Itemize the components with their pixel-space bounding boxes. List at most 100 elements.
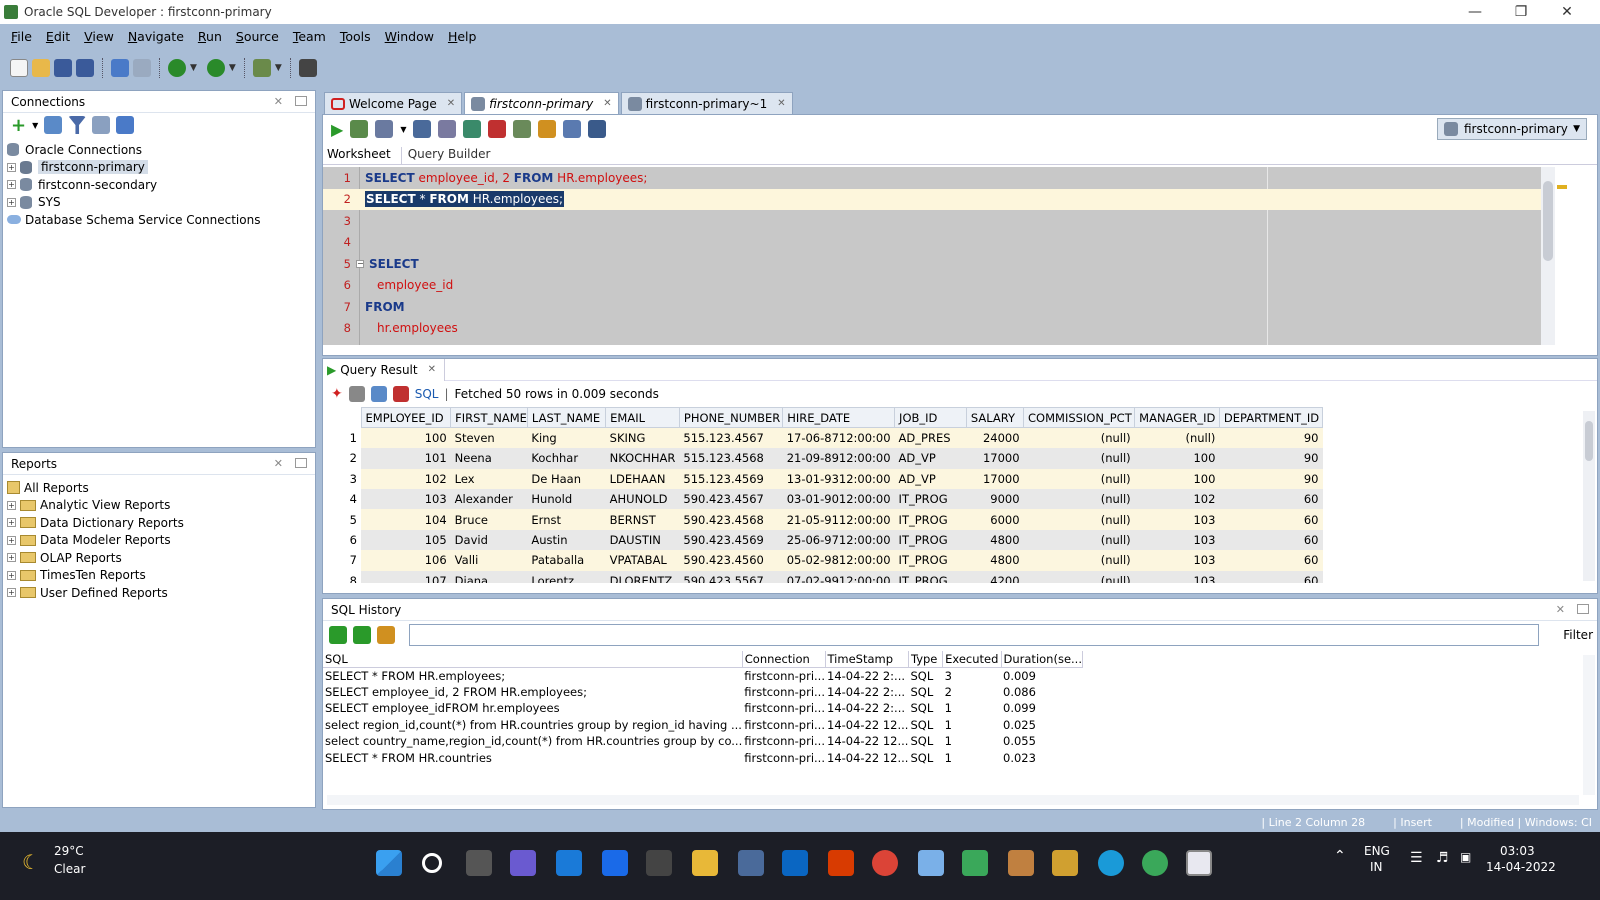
close-icon[interactable]: ✕ [447, 98, 455, 109]
language-indicator[interactable]: ENG [1364, 844, 1390, 858]
history-row[interactable]: SELECT * FROM HR.countries firstconn-pri.… [323, 749, 1083, 765]
expand-icon[interactable]: + [7, 588, 16, 598]
history-row[interactable]: select region_id,count(*) from HR.countr… [323, 717, 1083, 733]
scrollbar-thumb[interactable] [1543, 181, 1553, 261]
rollback-icon[interactable] [413, 120, 432, 138]
column-header-job-id[interactable]: JOB_ID [894, 407, 967, 429]
search-icon[interactable] [422, 853, 442, 873]
menu-edit[interactable]: Edit [39, 29, 77, 44]
menu-source[interactable]: Source [229, 29, 286, 44]
scrollbar-thumb[interactable] [1585, 421, 1593, 461]
commit-icon[interactable] [375, 120, 394, 138]
table-row[interactable]: 4 103 Alexander Hunold AHUNOLD 590.423.4567 03… [323, 489, 1323, 510]
battery-icon[interactable]: ▣ [1460, 850, 1471, 864]
tree-item-sys[interactable]: + SYS [7, 194, 315, 212]
column-header-department-id[interactable]: DEPARTMENT_ID [1218, 407, 1324, 429]
chrome-icon[interactable] [872, 850, 898, 876]
app-icon[interactable] [1052, 850, 1078, 876]
result-grid[interactable]: EMPLOYEE_ID FIRST_NAME LAST_NAME EMAIL PHONE… [323, 407, 1583, 583]
history-column-header[interactable]: Type [908, 651, 944, 668]
calculator-icon[interactable] [738, 850, 764, 876]
column-header-first-name[interactable]: FIRST_NAME [450, 407, 528, 429]
tab-worksheet[interactable]: Worksheet [323, 147, 402, 164]
linkedin-icon[interactable] [782, 850, 808, 876]
tree-item-olap-reports[interactable]: + OLAP Reports [7, 549, 315, 567]
autotrace-icon[interactable] [463, 120, 482, 138]
close-icon[interactable]: ✕ [777, 98, 785, 109]
print-icon[interactable] [348, 386, 365, 402]
column-header-hire-date[interactable]: HIRE_DATE [782, 407, 896, 429]
column-header-manager-id[interactable]: MANAGER_ID [1134, 407, 1220, 429]
sql-tuning-icon[interactable] [513, 120, 532, 138]
tree-item-schema-service[interactable]: Database Schema Service Connections [7, 211, 315, 229]
column-header-phone-number[interactable]: PHONE_NUMBER [678, 407, 784, 429]
menu-navigate[interactable]: Navigate [121, 29, 191, 44]
menu-window[interactable]: Window [378, 29, 441, 44]
minimize-panel-icon[interactable] [295, 96, 307, 106]
menu-view[interactable]: View [77, 29, 121, 44]
history-column-header[interactable]: Executed [942, 651, 1002, 668]
tree-item-analytic-view-reports[interactable]: + Analytic View Reports [7, 497, 315, 515]
tree-item-data-modeler-reports[interactable]: + Data Modeler Reports [7, 532, 315, 550]
windows-start-icon[interactable] [376, 850, 402, 876]
weather-temp[interactable]: 29°C [54, 844, 84, 858]
clear-icon[interactable] [488, 120, 507, 138]
expand-icon[interactable]: + [7, 162, 16, 172]
tree-item-user-defined-reports[interactable]: + User Defined Reports [7, 584, 315, 602]
refresh-icon[interactable] [370, 386, 387, 402]
history-column-header[interactable]: SQL [323, 651, 743, 668]
tab-welcome-page[interactable]: Welcome Page ✕ [324, 92, 463, 114]
office-icon[interactable] [828, 850, 854, 876]
run-script-icon[interactable] [350, 120, 369, 138]
app-icon[interactable] [646, 850, 672, 876]
task-view-icon[interactable] [466, 850, 492, 876]
close-icon[interactable]: ✕ [1544, 0, 1590, 24]
history-row[interactable]: SELECT employee_idFROM hr.employees first… [323, 700, 1083, 716]
chevron-down-icon[interactable]: ▼ [400, 125, 406, 134]
expand-icon[interactable]: + [7, 553, 16, 563]
close-icon[interactable]: ✕ [603, 98, 611, 109]
format-icon[interactable] [588, 120, 607, 138]
undo-icon[interactable] [111, 59, 129, 77]
table-row[interactable]: 2 101 Neena Kochhar NKOCHHAR 515.123.4568 21-0… [323, 448, 1323, 469]
weather-text[interactable]: Clear [54, 862, 85, 876]
tree-item-firstconn-secondary[interactable]: + firstconn-secondary [7, 176, 315, 194]
run-statement-icon[interactable]: ▶ [331, 120, 343, 139]
table-row[interactable]: 8 107 Diana Lorentz DLORENTZ 590.423.5567 07-0… [323, 570, 1323, 583]
history-row[interactable]: SELECT * FROM HR.employees; firstconn-pri… [323, 667, 1083, 683]
collapse-icon[interactable]: − [356, 259, 364, 268]
tree-item-timesten-reports[interactable]: + TimesTen Reports [7, 567, 315, 585]
virtualbox-icon[interactable] [918, 850, 944, 876]
mail-icon[interactable] [556, 850, 582, 876]
sql-developer-taskbar-icon[interactable] [1186, 850, 1212, 876]
minimize-icon[interactable]: — [1452, 0, 1498, 24]
connection-select[interactable]: firstconn-primary ▼ [1437, 118, 1587, 140]
close-icon[interactable]: ✕ [274, 457, 283, 470]
table-row[interactable]: 6 105 David Austin DAUSTIN 590.423.4569 25-06-… [323, 529, 1323, 551]
filter-button[interactable]: Filter [1563, 628, 1593, 642]
explain-plan-icon[interactable] [438, 120, 457, 138]
column-header-employee-id[interactable]: EMPLOYEE_ID [360, 407, 452, 429]
tree-item-firstconn-primary[interactable]: + firstconn-primary [7, 159, 315, 177]
expand-icon[interactable]: + [7, 518, 16, 528]
chevron-up-icon[interactable]: ⌃ [1334, 848, 1346, 864]
pin-icon[interactable]: ✦ [331, 386, 343, 402]
clear-history-icon[interactable] [377, 626, 395, 644]
schema-browser-icon[interactable] [92, 116, 111, 134]
binoculars-icon[interactable] [298, 59, 317, 77]
history-filter-input[interactable] [409, 624, 1539, 646]
manage-connections-icon[interactable] [116, 116, 135, 134]
filter-icon[interactable] [68, 116, 87, 134]
tab-query-builder[interactable]: Query Builder [402, 147, 497, 164]
close-icon[interactable]: ✕ [274, 95, 283, 108]
chevron-down-icon[interactable]: ▼ [32, 121, 38, 130]
dropbox-icon[interactable] [602, 850, 628, 876]
minimize-panel-icon[interactable] [1577, 604, 1589, 614]
column-header-last-name[interactable]: LAST_NAME [526, 407, 607, 429]
minimize-panel-icon[interactable] [295, 458, 307, 468]
cancel-icon[interactable] [392, 386, 409, 402]
history-row[interactable]: SELECT employee_id, 2 FROM HR.employees;… [323, 684, 1083, 700]
wifi-icon[interactable]: ☰ [1410, 850, 1423, 866]
column-header-commission-pct[interactable]: COMMISSION_PCT [1023, 407, 1136, 429]
save-all-icon[interactable] [76, 59, 94, 77]
